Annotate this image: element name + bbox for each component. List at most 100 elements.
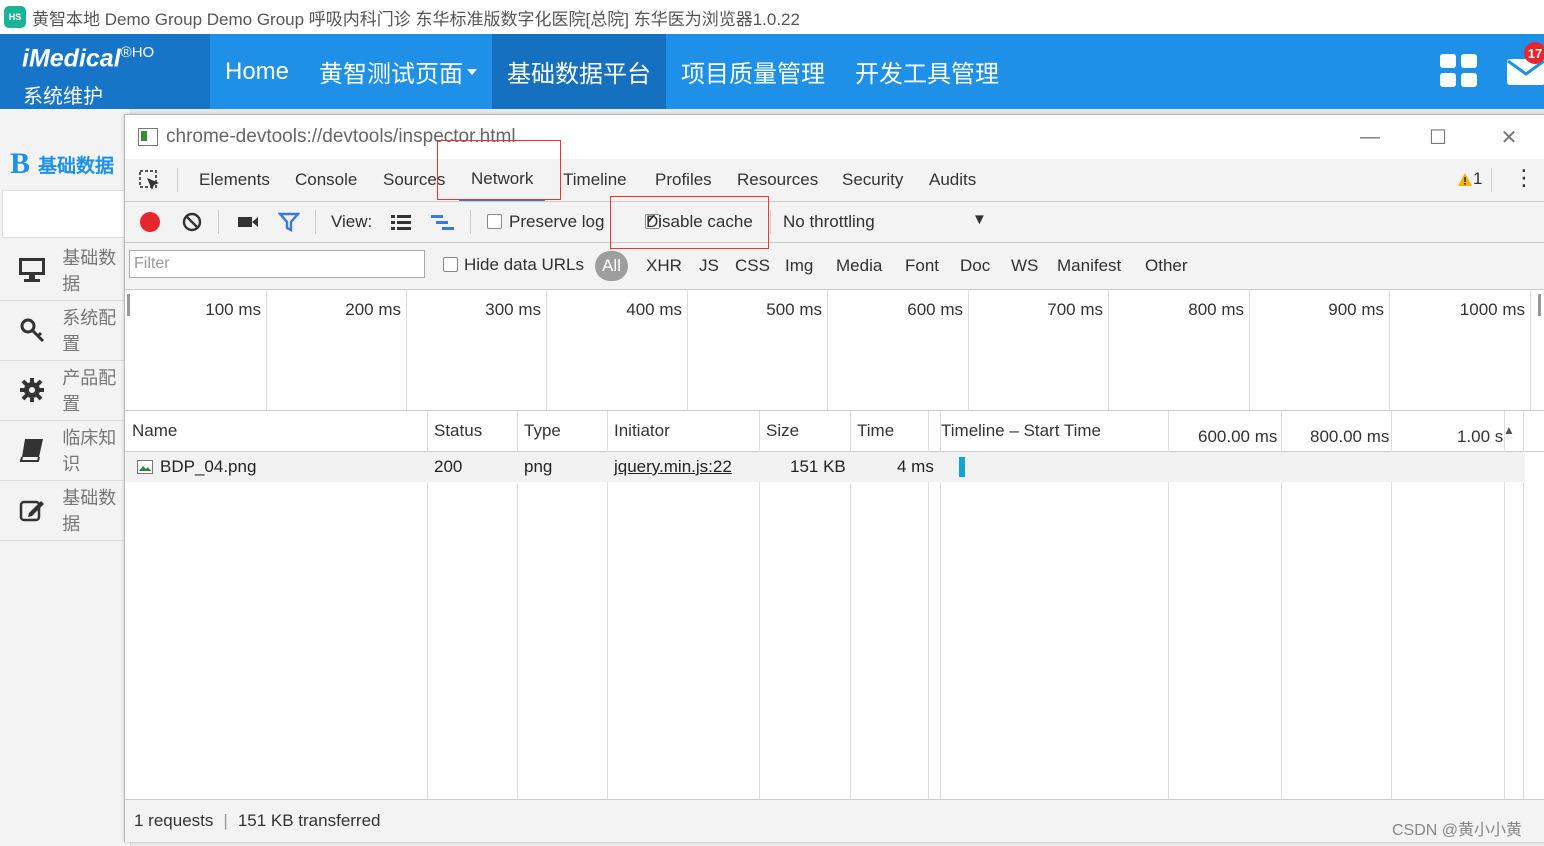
more-menu-icon[interactable]: ⋮ <box>1513 167 1535 189</box>
column-initiator[interactable]: Initiator <box>614 411 670 451</box>
hide-data-urls-label: Hide data URLs <box>464 255 585 274</box>
sort-ascending-icon[interactable]: ▲ <box>1503 423 1515 437</box>
cell-initiator-link[interactable]: jquery.min.js:22 <box>614 452 732 482</box>
book-icon <box>18 435 46 465</box>
filter-type-js[interactable]: JS <box>699 256 719 276</box>
sidebar-item-label: 基础数据 <box>62 488 117 534</box>
throttling-select[interactable]: No throttling <box>783 212 875 232</box>
overview-left-handle[interactable] <box>127 294 130 316</box>
warning-icon <box>1458 172 1472 186</box>
video-camera-icon[interactable] <box>237 214 259 230</box>
cell-type: png <box>524 457 553 476</box>
column-status[interactable]: Status <box>434 411 482 451</box>
waterfall-bar <box>959 457 965 477</box>
status-separator: | <box>223 811 228 830</box>
toolbar-separator <box>218 210 219 234</box>
filter-type-img[interactable]: Img <box>785 256 813 276</box>
inspect-element-icon[interactable] <box>139 170 161 192</box>
nav-quality-management[interactable]: 项目质量管理 <box>666 34 840 109</box>
nav-dev-tools[interactable]: 开发工具管理 <box>840 34 1014 109</box>
sidebar-item-system-config[interactable]: 系统配置 <box>0 300 130 361</box>
clear-icon[interactable] <box>182 212 202 232</box>
apps-grid-icon[interactable] <box>1440 54 1478 88</box>
highlight-network-tab <box>437 140 561 200</box>
close-icon[interactable]: ✕ <box>1474 115 1544 159</box>
toolbar-separator <box>470 210 471 234</box>
filter-type-ws[interactable]: WS <box>1011 256 1038 276</box>
network-overview[interactable]: 100 ms 200 ms 300 ms 400 ms 500 ms 600 m… <box>125 290 1544 411</box>
overview-tick: 500 ms <box>688 290 828 410</box>
tab-console[interactable]: Console <box>295 159 357 201</box>
top-navbar: iMedical®HO 系统维护 Home 黄智测试页面 基础数据平台 项目质量… <box>0 34 1544 109</box>
sidebar-header-label: 基础数据 <box>38 155 115 177</box>
filter-funnel-icon[interactable] <box>278 212 300 232</box>
key-icon <box>18 315 46 345</box>
filter-type-manifest[interactable]: Manifest <box>1057 256 1121 276</box>
filter-type-doc[interactable]: Doc <box>960 256 990 276</box>
filter-type-other[interactable]: Other <box>1145 256 1188 276</box>
sidebar-item-basic-data[interactable]: 基础数据 <box>0 240 130 301</box>
filter-type-font[interactable]: Font <box>905 256 939 276</box>
tab-profiles[interactable]: Profiles <box>655 159 712 201</box>
network-request-table: Name Status Type Initiator Size Time Tim… <box>125 411 1544 799</box>
brand: iMedical®HO 系统维护 <box>0 34 210 109</box>
brand-logo-text: iMedical <box>22 44 121 73</box>
view-label: View: <box>331 212 373 231</box>
watermark: CSDN @黄小小黄 <box>1392 822 1523 839</box>
column-name[interactable]: Name <box>132 411 177 451</box>
devtools-window: chrome-devtools://devtools/inspector.htm… <box>124 114 1544 842</box>
monitor-icon <box>18 255 46 285</box>
record-icon[interactable] <box>140 212 160 232</box>
window-title-bar: HS 黄智本地 Demo Group Demo Group 呼吸内科门诊 东华标… <box>0 0 1544 34</box>
sidebar-search[interactable] <box>2 190 128 238</box>
column-type[interactable]: Type <box>524 411 561 451</box>
sidebar-item-clinical-knowledge[interactable]: 临床知识 <box>0 420 130 481</box>
sidebar-item-basic-data-2[interactable]: 基础数据 <box>0 480 130 541</box>
waterfall-overview-icon[interactable] <box>430 213 456 231</box>
column-time[interactable]: Time <box>857 411 894 451</box>
tab-resources[interactable]: Resources <box>737 159 818 201</box>
column-size[interactable]: Size <box>766 411 799 451</box>
warnings-indicator[interactable]: 1 <box>1457 169 1482 189</box>
nav-home[interactable]: Home <box>210 34 304 109</box>
table-row[interactable]: BDP_04.png 200 png jquery.min.js:22 151 … <box>125 452 1525 482</box>
sidebar-item-label: 基础数据 <box>62 248 117 294</box>
brand-subtitle: 系统维护 <box>23 86 103 108</box>
hide-data-urls-checkbox[interactable] <box>443 257 458 272</box>
throttling-dropdown-icon[interactable]: ▼ <box>972 211 987 228</box>
tab-audits[interactable]: Audits <box>929 159 976 201</box>
nav-test-page[interactable]: 黄智测试页面 <box>304 34 492 109</box>
edit-icon <box>18 495 46 525</box>
tab-timeline[interactable]: Timeline <box>563 159 627 201</box>
tab-separator <box>1491 168 1492 192</box>
sidebar-item-product-config[interactable]: 产品配置 <box>0 360 130 421</box>
highlight-disable-cache <box>610 196 769 249</box>
cell-name: BDP_04.png <box>160 457 257 476</box>
mail-badge: 17 <box>1524 42 1544 64</box>
network-filter-bar: Filter Hide data URLs All XHR JS CSS Img… <box>125 243 1544 290</box>
sidebar-item-label: 产品配置 <box>62 368 117 414</box>
brand-logo: iMedical®HO <box>22 44 154 73</box>
cell-status: 200 <box>434 457 463 476</box>
column-timeline[interactable]: Timeline – Start Time <box>941 411 1101 451</box>
overview-tick: 800 ms <box>1110 290 1250 410</box>
filter-input[interactable]: Filter <box>129 250 425 278</box>
filter-type-media[interactable]: Media <box>836 256 882 276</box>
minimize-icon[interactable]: — <box>1335 115 1405 159</box>
overview-tick: 700 ms <box>969 290 1109 410</box>
preserve-log-checkbox[interactable] <box>487 214 502 229</box>
tab-separator <box>177 168 178 192</box>
large-rows-icon[interactable] <box>390 213 412 231</box>
nav-basic-data-platform[interactable]: 基础数据平台 <box>492 34 667 109</box>
maximize-icon[interactable]: ☐ <box>1403 115 1473 159</box>
cell-size: 151 KB <box>790 457 846 476</box>
tab-security[interactable]: Security <box>842 159 903 201</box>
tab-elements[interactable]: Elements <box>199 159 270 201</box>
overview-right-handle[interactable] <box>1538 294 1541 316</box>
filter-type-xhr[interactable]: XHR <box>646 256 682 276</box>
toolbar-separator <box>770 210 771 234</box>
filter-type-css[interactable]: CSS <box>735 256 770 276</box>
overview-tick: 1000 ms <box>1391 290 1531 410</box>
sidebar-item-label: 临床知识 <box>62 428 117 474</box>
filter-type-all[interactable]: All <box>595 251 628 281</box>
